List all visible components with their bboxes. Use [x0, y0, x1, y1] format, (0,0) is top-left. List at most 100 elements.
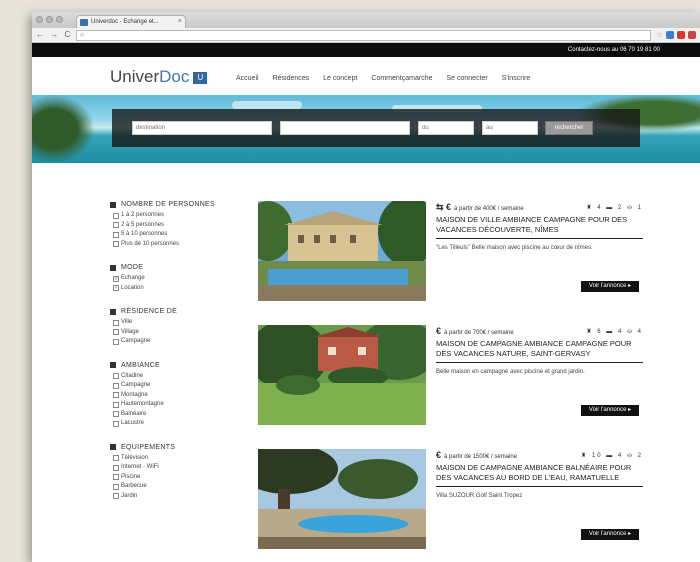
site-logo[interactable]: UniverDoc U — [110, 67, 208, 87]
checkbox-checked[interactable]: ✓ — [113, 285, 119, 292]
checkbox[interactable] — [113, 338, 119, 345]
filter-option[interactable]: Piscine — [110, 473, 230, 483]
contact-text: Contactez-nous au 06 70 19 81 00 — [567, 47, 660, 53]
checkbox[interactable] — [113, 420, 119, 427]
date-from-input[interactable] — [418, 121, 474, 135]
filter-option[interactable]: Lacustre — [110, 419, 230, 429]
extension-icon[interactable] — [688, 30, 696, 39]
view-listing-button[interactable]: Voir l'annonce ▸ — [581, 281, 639, 292]
checkbox[interactable] — [113, 392, 119, 399]
bookmark-star-icon[interactable]: ☆ — [656, 30, 663, 39]
minimize-window-icon[interactable] — [46, 16, 53, 23]
menu-item-how-it-works[interactable]: Commentçamarche — [371, 75, 432, 82]
browser-window: Univerdoc - Echange et... × ← → C ⌂ ☆ Co… — [32, 12, 700, 562]
listing-photo[interactable] — [258, 201, 426, 301]
listing-photo[interactable] — [258, 325, 426, 425]
filter-option[interactable]: ✓ Location — [110, 284, 230, 294]
filter-option[interactable]: Télévision — [110, 454, 230, 464]
filter-option[interactable]: Hautemontagne — [110, 400, 230, 410]
nav-buttons[interactable]: ← → C — [36, 30, 72, 39]
checkbox[interactable] — [113, 373, 119, 380]
search-button[interactable]: rechercher — [545, 121, 593, 135]
search-input-2[interactable] — [280, 121, 410, 135]
listing-title[interactable]: MAISON DE CAMPAGNE AMBIANCE BALNÉAIRE PO… — [436, 463, 643, 487]
favicon-icon — [80, 19, 88, 26]
checkbox[interactable] — [113, 329, 119, 336]
filter-option[interactable]: Campagne — [110, 337, 230, 347]
filter-group-mode: MODE ✓ Echange ✓ Location — [110, 264, 230, 293]
url-field[interactable]: ⌂ — [76, 30, 651, 41]
filter-option[interactable]: Balnéaire — [110, 410, 230, 420]
filter-option[interactable]: Village — [110, 328, 230, 338]
cloud — [232, 101, 302, 109]
checkbox[interactable] — [113, 241, 119, 248]
menu-item-concept[interactable]: Le concept — [323, 75, 357, 82]
window-controls[interactable] — [36, 16, 63, 23]
destination-input[interactable] — [132, 121, 272, 135]
tab-close-icon[interactable]: × — [178, 16, 182, 28]
checkbox[interactable] — [113, 464, 119, 471]
zoom-window-icon[interactable] — [56, 16, 63, 23]
listing-card: € à partir de 1500€ / semaine ♜ 10 ▬ 4 ⛀ … — [258, 449, 643, 549]
filter-option[interactable]: Montagne — [110, 391, 230, 401]
filter-title: AMBIANCE — [121, 361, 160, 369]
filter-option[interactable]: Plus de 10 personnes — [110, 240, 230, 250]
checkbox[interactable] — [113, 483, 119, 490]
checkbox[interactable] — [113, 212, 119, 219]
listing-card: € à partir de 700€ / semaine ♜ 6 ▬ 4 ⛀ 4 … — [258, 325, 643, 425]
listing-price: à partir de 1500€ / semaine — [444, 454, 518, 460]
contact-strip: Contactez-nous au 06 70 19 81 00 — [32, 43, 700, 57]
filter-option[interactable]: Barbecue — [110, 482, 230, 492]
listing-photo[interactable] — [258, 449, 426, 549]
capacity-icons: ♜ 6 ▬ 4 ⛀ 4 — [586, 328, 643, 335]
listing-details: ⇆ € à partir de 400€ / semaine ♜ 4 ▬ 2 ⛀ … — [436, 201, 643, 251]
extension-icon[interactable] — [666, 30, 674, 39]
close-window-icon[interactable] — [36, 16, 43, 23]
checkbox[interactable] — [113, 401, 119, 408]
palm-image — [32, 95, 102, 163]
filter-option[interactable]: Campagne — [110, 381, 230, 391]
filter-option[interactable]: Jardin — [110, 492, 230, 502]
checkbox[interactable] — [113, 411, 119, 418]
checkbox-checked[interactable]: ✓ — [113, 275, 119, 282]
filter-group-ambiance: AMBIANCE Citadine Campagne Montagne Haut… — [110, 362, 230, 429]
filter-option[interactable]: 5 à 10 personnes — [110, 230, 230, 240]
site-header: UniverDoc U Accueil Résidences Le concept… — [32, 57, 700, 95]
extension-icon[interactable] — [677, 30, 685, 39]
address-bar: ← → C ⌂ ☆ — [32, 28, 700, 43]
view-listing-button[interactable]: Voir l'annonce ▸ — [581, 529, 639, 540]
search-panel: rechercher — [112, 109, 640, 147]
listing-title[interactable]: MAISON DE CAMPAGNE AMBIANCE CAMPAGNE POU… — [436, 339, 643, 363]
mode-icons: ⇆ € — [436, 201, 452, 212]
menu-item-residences[interactable]: Résidences — [273, 75, 310, 82]
mode-icons: € — [436, 326, 442, 336]
listing-description: Villa SUZOUR Golf Saint Tropez — [436, 493, 523, 499]
filter-option[interactable]: Ville — [110, 318, 230, 328]
checkbox[interactable] — [113, 319, 119, 326]
menu-item-accueil[interactable]: Accueil — [236, 75, 259, 82]
filter-option[interactable]: Citadine — [110, 372, 230, 382]
date-to-input[interactable] — [482, 121, 538, 135]
menu-item-login[interactable]: Se connecter — [446, 75, 487, 82]
listing-price: à partir de 700€ / semaine — [444, 330, 514, 336]
listing-title[interactable]: MAISON DE VILLE AMBIANCE CAMPAGNE POUR D… — [436, 215, 643, 239]
listing-description: Belle maison en campagne avec piscine et… — [436, 369, 585, 375]
tab-title: Univerdoc - Echange et... — [91, 19, 159, 25]
filter-group-equipment: EQUIPEMENTS Télévision Internet - WiFi P… — [110, 444, 230, 502]
checkbox[interactable] — [113, 493, 119, 500]
filter-option[interactable]: Internet - WiFi — [110, 463, 230, 473]
checkbox[interactable] — [113, 455, 119, 462]
checkbox[interactable] — [113, 222, 119, 229]
view-listing-button[interactable]: Voir l'annonce ▸ — [581, 405, 639, 416]
filter-option[interactable]: 2 à 5 personnes — [110, 221, 230, 231]
logo-text-2: Doc — [159, 67, 190, 86]
checkbox[interactable] — [113, 474, 119, 481]
browser-tab[interactable]: Univerdoc - Echange et... × — [76, 15, 186, 28]
checkbox[interactable] — [113, 231, 119, 238]
main-menu: Accueil Résidences Le concept Commentçam… — [236, 75, 544, 82]
logo-text-1: Univer — [110, 67, 160, 86]
menu-item-signup[interactable]: S'inscrire — [502, 75, 531, 82]
filter-option[interactable]: ✓ Echange — [110, 274, 230, 284]
checkbox[interactable] — [113, 382, 119, 389]
filter-option[interactable]: 1 à 2 personnes — [110, 211, 230, 221]
